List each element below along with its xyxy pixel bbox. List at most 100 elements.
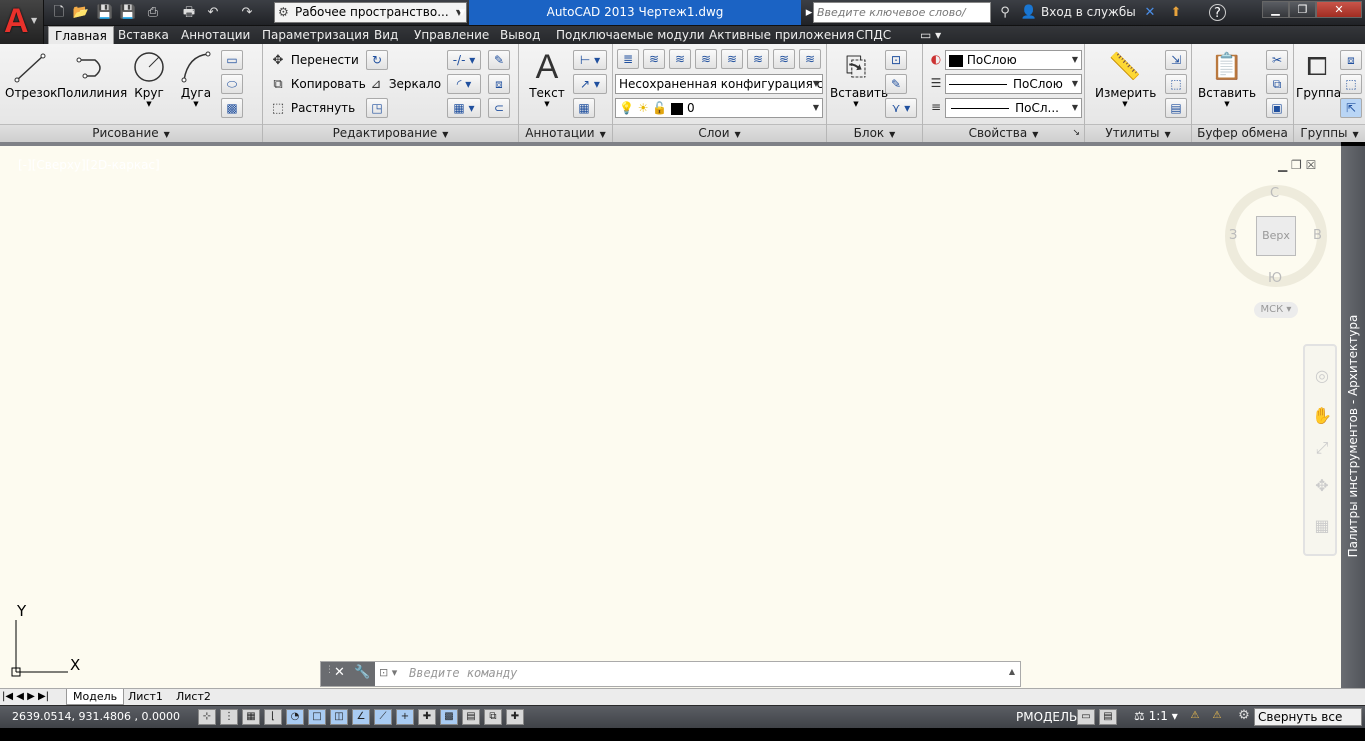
- scale-icon[interactable]: ◳: [366, 98, 388, 118]
- user-icon[interactable]: 👤: [1020, 4, 1038, 21]
- print-icon[interactable]: 🖶: [180, 4, 198, 21]
- pan-hand-icon[interactable]: ✋: [1312, 406, 1332, 426]
- draw-panel-title[interactable]: Рисование ▼: [0, 124, 262, 142]
- save-icon[interactable]: 💾: [96, 4, 114, 21]
- tab-manage[interactable]: Управление: [408, 26, 495, 44]
- group-button[interactable]: ⧠ Группа: [1296, 48, 1341, 100]
- rectangle-icon[interactable]: ▭: [221, 50, 243, 70]
- tab-layout2[interactable]: Лист2: [170, 689, 217, 705]
- tab-plugins[interactable]: Подключаемые модули: [550, 26, 711, 44]
- transparency-icon[interactable]: ▩: [440, 709, 458, 725]
- move-button[interactable]: ✥ Перенести: [269, 49, 359, 71]
- viewport-window-controls[interactable]: ▁ ❐ ☒: [1278, 158, 1316, 172]
- attribute-icon[interactable]: ⋎ ▾: [885, 98, 917, 118]
- close-button[interactable]: ✕: [1316, 1, 1362, 18]
- array-icon[interactable]: ▦ ▾: [447, 98, 481, 118]
- match-properties-icon[interactable]: ◐: [925, 50, 947, 70]
- new-file-icon[interactable]: 🗋: [50, 4, 68, 21]
- quick-view-drawings-icon[interactable]: ▤: [1099, 709, 1117, 725]
- save-as-icon[interactable]: 💾: [119, 4, 137, 21]
- line-button[interactable]: Отрезок: [5, 48, 57, 100]
- cut-icon[interactable]: ✂: [1266, 50, 1288, 70]
- viewcube-east[interactable]: В: [1313, 228, 1322, 243]
- quick-properties-icon[interactable]: ▤: [462, 709, 480, 725]
- block-panel-title[interactable]: Блок ▼: [827, 124, 922, 142]
- workspace-gear-icon[interactable]: ⚙: [1235, 709, 1253, 725]
- erase-icon[interactable]: ✎: [488, 50, 510, 70]
- exchange-icon[interactable]: ✕: [1141, 4, 1159, 21]
- modify-panel-title[interactable]: Редактирование ▼: [263, 124, 518, 142]
- layer-match-icon[interactable]: ≋: [773, 49, 795, 69]
- select-all-icon[interactable]: ⬚: [1165, 74, 1187, 94]
- steering-wheel-icon[interactable]: ◎: [1312, 366, 1332, 386]
- annotation-panel-title[interactable]: Аннотации ▼: [519, 124, 612, 142]
- layer-state-icon[interactable]: ≋: [643, 49, 665, 69]
- viewcube-north[interactable]: С: [1270, 186, 1279, 201]
- layer-off-icon[interactable]: ≋: [669, 49, 691, 69]
- tab-apps[interactable]: Активные приложения: [703, 26, 860, 44]
- mirror-button[interactable]: ⊿ Зеркало: [367, 73, 442, 95]
- ortho-icon[interactable]: ⌊: [264, 709, 282, 725]
- osnap-icon[interactable]: □: [308, 709, 326, 725]
- color-combo[interactable]: ПоСлою ▼: [945, 50, 1082, 70]
- ellipse-icon[interactable]: ⬭: [221, 74, 243, 94]
- grip-icon[interactable]: ⋮: [325, 665, 334, 675]
- circle-button[interactable]: Круг ▼: [128, 48, 170, 108]
- infer-constraints-icon[interactable]: ⊹: [198, 709, 216, 725]
- edit-block-icon[interactable]: ✎: [885, 74, 907, 94]
- layout-nav-icons[interactable]: |◀ ◀ ▶ ▶|: [0, 689, 51, 705]
- group-selection-icon[interactable]: ⇱: [1340, 98, 1362, 118]
- layer-lock-icon[interactable]: ≋: [747, 49, 769, 69]
- clipboard-panel-title[interactable]: Буфер обмена: [1192, 124, 1293, 142]
- command-input[interactable]: Введите команду: [409, 666, 517, 680]
- quick-view-layouts-icon[interactable]: ▭: [1077, 709, 1095, 725]
- groups-panel-title[interactable]: Группы ▼: [1294, 124, 1365, 142]
- workspace-selector[interactable]: ⚙ Рабочее пространство... ▼: [274, 2, 467, 23]
- trim-icon[interactable]: -/- ▾: [447, 50, 481, 70]
- help-icon[interactable]: ?: [1209, 4, 1226, 21]
- create-block-icon[interactable]: ⊡: [885, 50, 907, 70]
- subscription-icon[interactable]: ⬆: [1167, 4, 1185, 21]
- text-button[interactable]: A Текст ▼: [527, 48, 567, 108]
- ungroup-icon[interactable]: ⧈: [1340, 50, 1362, 70]
- viewport-controls[interactable]: [-][Сверху][2D-каркас]: [18, 158, 160, 172]
- quick-select-icon[interactable]: ⇲: [1165, 50, 1187, 70]
- rotate-icon[interactable]: ↻: [366, 50, 388, 70]
- selection-cycling-icon[interactable]: ⧉: [484, 709, 502, 725]
- showmotion-icon[interactable]: ▦: [1312, 516, 1332, 536]
- zoom-extents-icon[interactable]: ⤢: [1312, 438, 1332, 458]
- match-icon[interactable]: ▣: [1266, 98, 1288, 118]
- application-menu-button[interactable]: A ▼: [0, 0, 44, 44]
- command-prompt-icon[interactable]: ⊡ ▾: [379, 666, 397, 679]
- layers-panel-title[interactable]: Слои ▼: [613, 124, 826, 142]
- chevron-up-icon[interactable]: ▲: [1009, 667, 1015, 676]
- arc-button[interactable]: Дуга ▼: [176, 48, 216, 108]
- auto-scale-icon[interactable]: ⚠: [1208, 709, 1226, 725]
- insert-block-button[interactable]: ⎘ Вставить ▼: [830, 48, 888, 108]
- dyn-icon[interactable]: +: [396, 709, 414, 725]
- model-space-toggle[interactable]: РМОДЕЛЬ: [1016, 710, 1077, 724]
- tab-layout1[interactable]: Лист1: [122, 689, 169, 705]
- layer-combo[interactable]: 💡 ☀ 🔓 0 ▼: [615, 98, 823, 118]
- calculator-icon[interactable]: ▤: [1165, 98, 1187, 118]
- layer-state-combo[interactable]: Несохраненная конфигурация сло ▼: [615, 74, 823, 94]
- annotation-monitor-icon[interactable]: ✚: [506, 709, 524, 725]
- tab-insert[interactable]: Вставка: [112, 26, 175, 44]
- minimize-button[interactable]: ▁: [1262, 1, 1289, 18]
- binoculars-icon[interactable]: ⚲: [996, 4, 1014, 21]
- drawing-canvas[interactable]: [-][Сверху][2D-каркас] ▁ ❐ ☒: [0, 142, 1341, 688]
- snap-icon[interactable]: ⋮: [220, 709, 238, 725]
- layer-unisolate-icon[interactable]: ≋: [799, 49, 821, 69]
- layer-freeze-icon[interactable]: ≋: [721, 49, 743, 69]
- leader-icon[interactable]: ↗ ▾: [573, 74, 607, 94]
- maximize-button[interactable]: ❐: [1289, 1, 1316, 18]
- copy-clip-icon[interactable]: ⧉: [1266, 74, 1288, 94]
- tab-view[interactable]: Вид: [368, 26, 404, 44]
- linetype-combo[interactable]: ПоСлою ▼: [945, 74, 1082, 94]
- tool-palette-strip[interactable]: Палитры инструментов - Архитектура: [1341, 146, 1365, 688]
- search-input[interactable]: Введите ключевое слово/фразу: [813, 2, 991, 38]
- layer-properties-icon[interactable]: ≣: [617, 49, 639, 69]
- otrack-icon[interactable]: ∠: [352, 709, 370, 725]
- annotation-visibility-icon[interactable]: ⚠: [1186, 709, 1204, 725]
- signin-link[interactable]: Вход в службы: [1041, 4, 1136, 21]
